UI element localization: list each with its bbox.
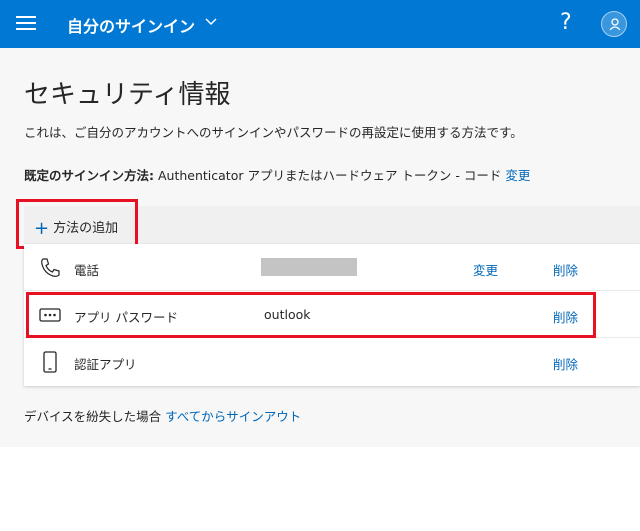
method-name: 認証アプリ (74, 357, 137, 372)
default-method-change-link[interactable]: 変更 (505, 168, 530, 183)
method-delete-link[interactable]: 削除 (553, 354, 578, 373)
help-icon[interactable]: ? (560, 10, 572, 35)
default-signin-method: 既定のサインイン方法: Authenticator アプリまたはハードウェア ト… (24, 165, 530, 184)
default-method-label: 既定のサインイン方法: (24, 168, 154, 183)
add-method-highlight-box (16, 199, 138, 249)
app-title[interactable]: 自分のサインイン (67, 13, 195, 37)
method-name: 電話 (74, 263, 100, 278)
default-method-value: Authenticator アプリまたはハードウェア トークン - コード (157, 168, 502, 183)
method-change-link[interactable]: 変更 (473, 260, 498, 279)
top-header-bar: 自分のサインイン ? (0, 0, 640, 48)
mobile-device-icon (43, 351, 57, 373)
app-password-highlight-box (26, 292, 596, 338)
user-avatar[interactable] (601, 11, 627, 37)
hamburger-icon[interactable] (16, 16, 36, 32)
redacted-phone-number (261, 258, 357, 276)
sign-out-everywhere-link[interactable]: すべてからサインアウト (165, 409, 301, 424)
phone-icon (41, 258, 60, 277)
method-row-authenticator: 認証アプリ 削除 (24, 338, 640, 385)
page-title: セキュリティ情報 (24, 80, 231, 110)
chevron-down-icon[interactable] (204, 14, 218, 28)
method-row-phone: 電話 変更 削除 (24, 244, 640, 291)
method-delete-link[interactable]: 削除 (553, 260, 578, 279)
lost-device-line: デバイスを紛失した場合 すべてからサインアウト (24, 406, 301, 425)
page-description: これは、ご自分のアカウントへのサインインやパスワードの再設定に使用する方法です。 (24, 125, 523, 140)
lost-device-text: デバイスを紛失した場合 (24, 409, 162, 424)
user-icon (609, 18, 621, 31)
